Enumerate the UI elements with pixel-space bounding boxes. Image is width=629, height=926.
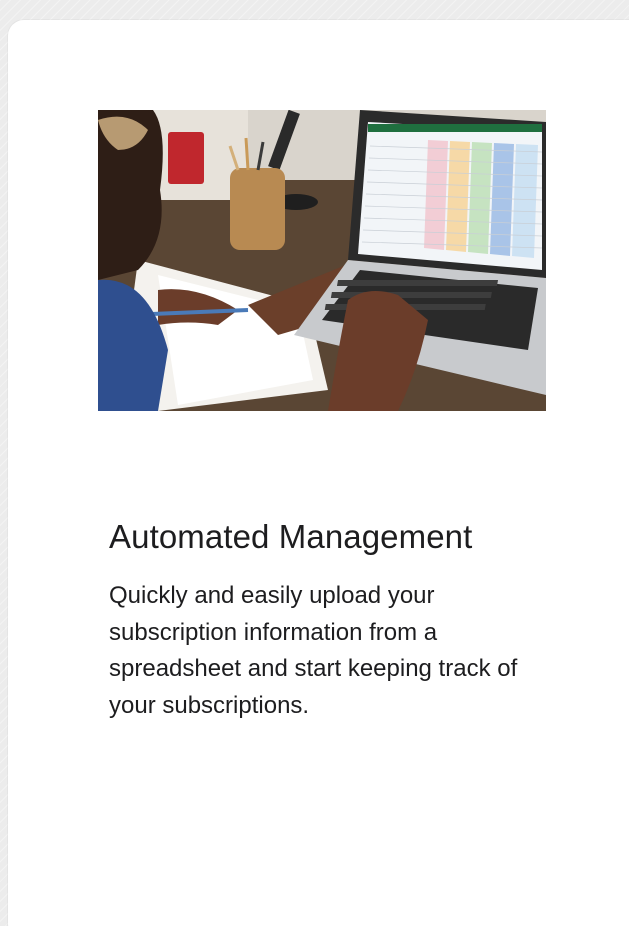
feature-card: Automated Management Quickly and easily … xyxy=(8,20,629,926)
feature-description: Quickly and easily upload your subscript… xyxy=(109,582,518,719)
feature-image xyxy=(98,110,546,411)
feature-title: Automated Management xyxy=(109,518,473,555)
